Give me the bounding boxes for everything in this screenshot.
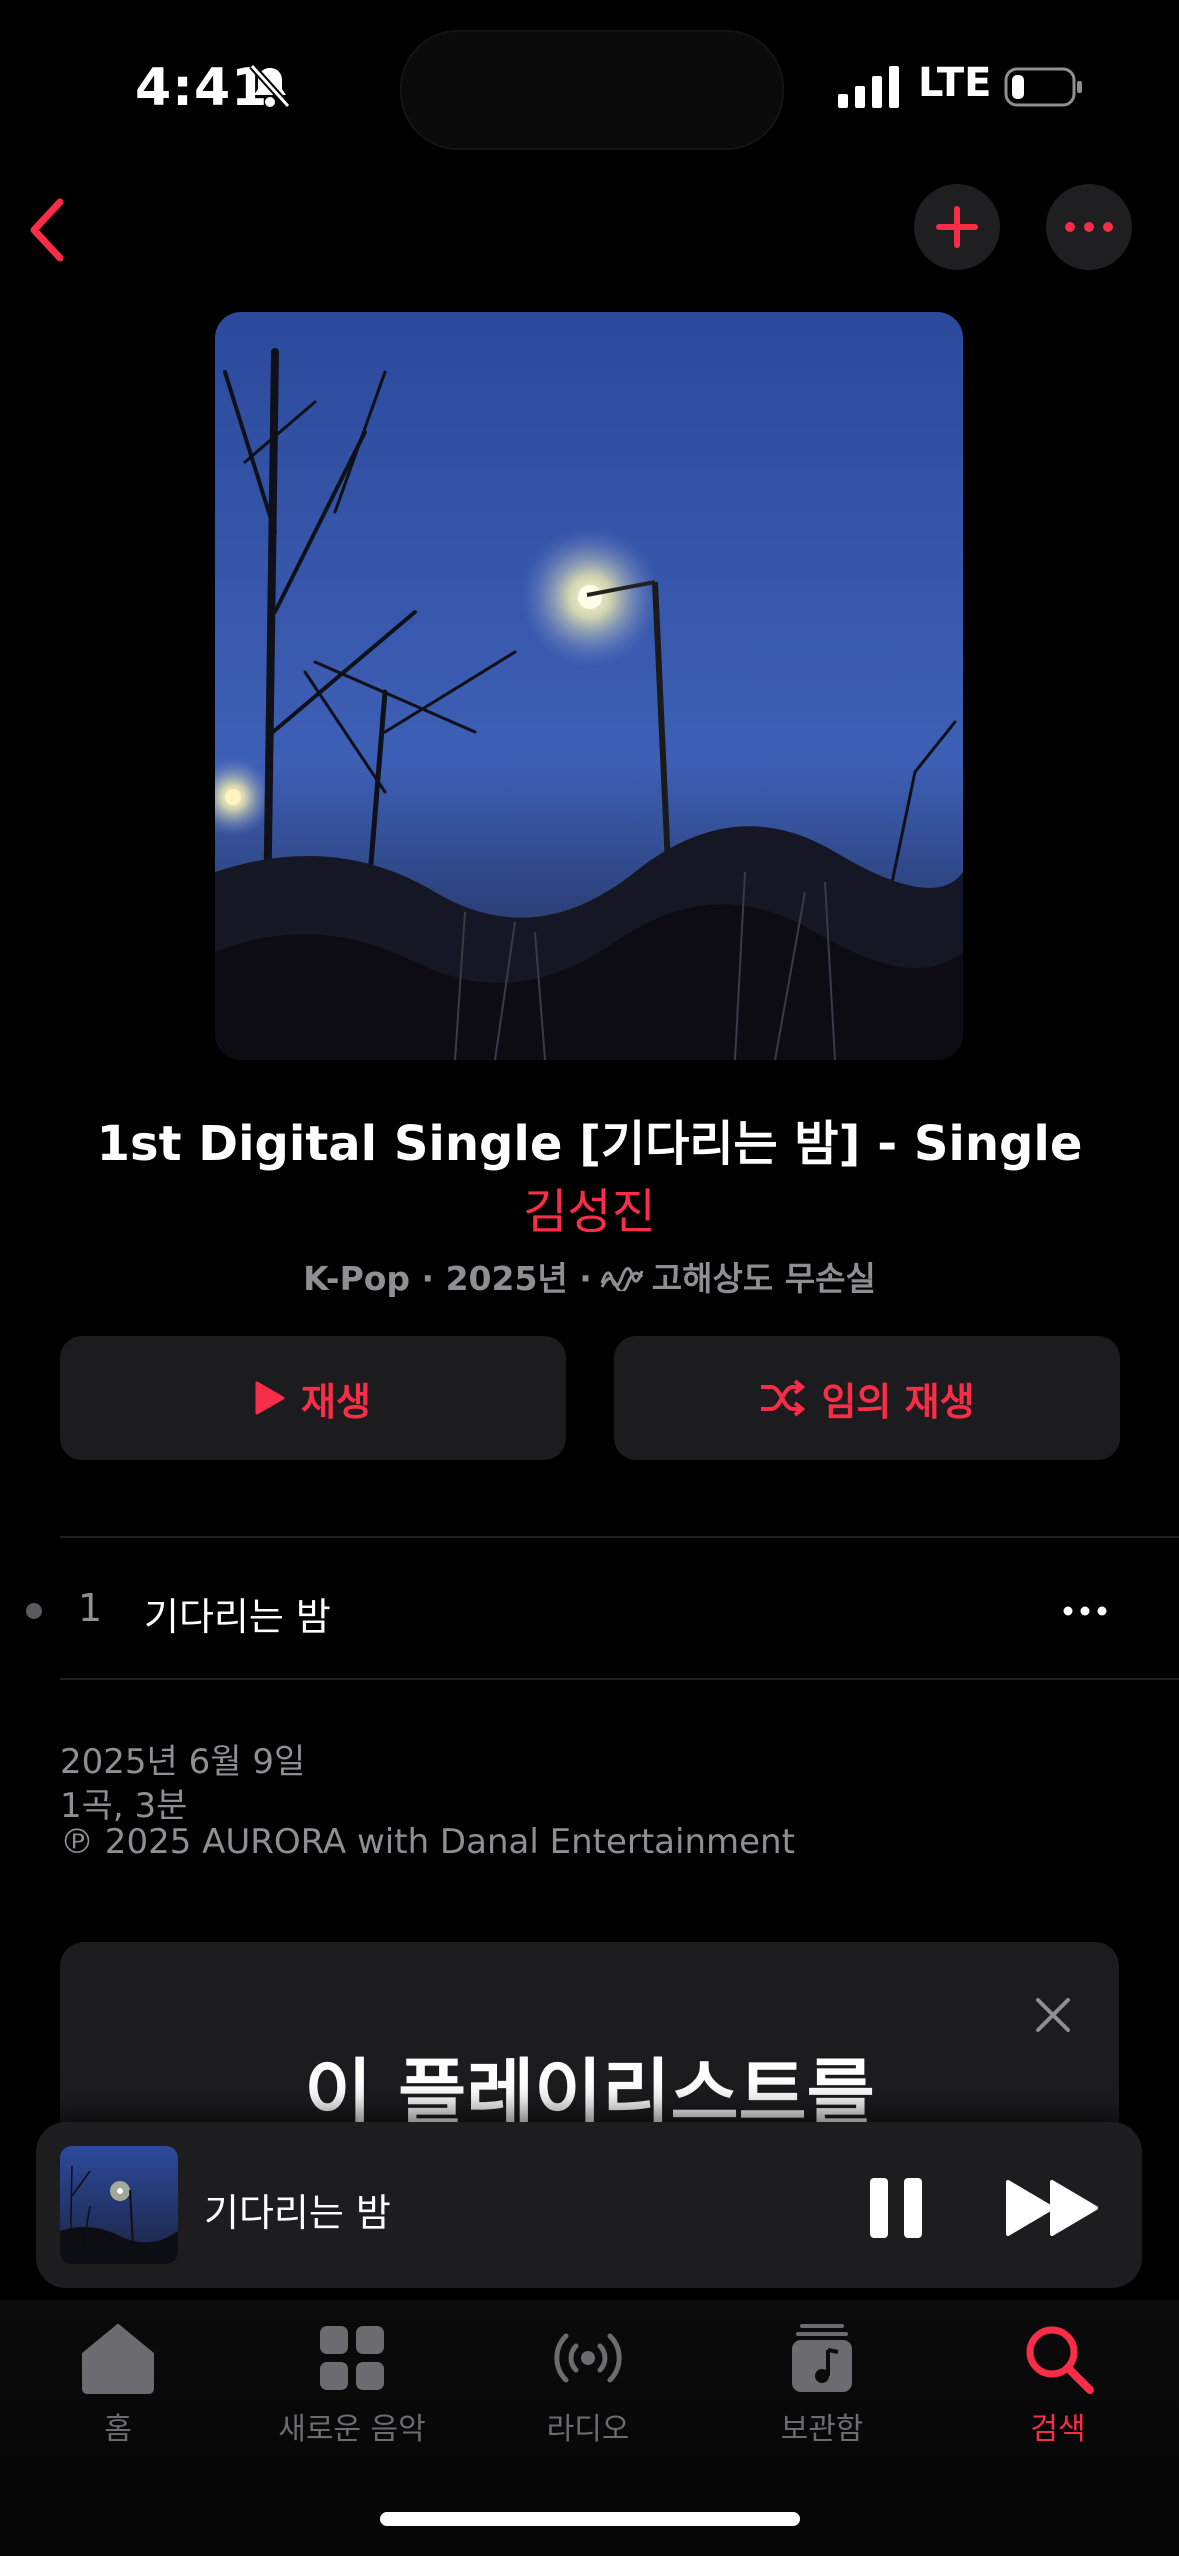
shuffle-label: 임의 재생 (821, 1379, 975, 1424)
cellular-signal-icon (838, 66, 899, 108)
quality-label: 고해상도 무손실 (651, 1259, 876, 1298)
play-button[interactable]: 재생 (60, 1336, 566, 1460)
track-title: 기다리는 밤 (144, 1595, 331, 1639)
copyright: ℗ 2025 AURORA with Danal Entertainment (60, 1822, 795, 1862)
tab-radio[interactable]: 라디오 (488, 2318, 688, 2448)
play-icon (255, 1381, 285, 1415)
tab-search[interactable]: 검색 (958, 2318, 1158, 2448)
lossless-waveform-icon (600, 1267, 644, 1291)
close-icon[interactable] (1030, 1992, 1076, 2038)
back-chevron-icon[interactable] (20, 190, 90, 270)
home-icon (82, 2324, 154, 2394)
fast-forward-icon[interactable] (1004, 2178, 1100, 2238)
search-icon (1026, 2326, 1094, 2394)
tab-new-music[interactable]: 새로운 음악 (252, 2318, 452, 2448)
divider (60, 1678, 1179, 1680)
shuffle-icon (761, 1379, 806, 1417)
library-icon (792, 2324, 852, 2392)
plus-icon (936, 206, 978, 248)
battery-icon (1004, 67, 1082, 107)
mini-player[interactable]: 기다리는 밤 (36, 2122, 1142, 2288)
tab-home[interactable]: 홈 (18, 2318, 218, 2448)
pause-icon[interactable] (866, 2176, 926, 2240)
silent-bell-icon (249, 63, 291, 109)
tab-label: 보관함 (780, 2412, 864, 2447)
tab-label: 홈 (104, 2412, 132, 2447)
album-title: 1st Digital Single [기다리는 밤] - Single (96, 1116, 1083, 1172)
track-count-duration: 1곡, 3분 (60, 1786, 188, 1826)
add-button[interactable] (914, 184, 1000, 270)
track-more-icon[interactable] (1060, 1596, 1110, 1626)
tab-label: 새로운 음악 (278, 2412, 426, 2447)
mini-player-artwork (60, 2146, 178, 2264)
album-artwork (215, 312, 963, 1060)
new-indicator-dot (26, 1603, 42, 1619)
genre-year: K-Pop · 2025년 · (303, 1259, 592, 1298)
more-options-button[interactable] (1046, 184, 1132, 270)
release-date: 2025년 6월 9일 (60, 1742, 306, 1782)
tab-label: 라디오 (546, 2412, 630, 2447)
network-type: LTE (918, 60, 992, 106)
track-number: 1 (78, 1586, 103, 1630)
home-indicator[interactable] (380, 2512, 800, 2526)
artist-name[interactable]: 김성진 (0, 1172, 1179, 1242)
dynamic-island (400, 30, 784, 150)
shuffle-button[interactable]: 임의 재생 (614, 1336, 1120, 1460)
tab-label: 검색 (1030, 2412, 1086, 2447)
ellipsis-icon (1065, 222, 1113, 232)
radio-icon (554, 2333, 622, 2383)
album-meta: K-Pop · 2025년 · 고해상도 무손실 (0, 1252, 1179, 1300)
play-label: 재생 (301, 1379, 371, 1424)
tab-library[interactable]: 보관함 (722, 2318, 922, 2448)
mini-player-title: 기다리는 밤 (204, 2191, 391, 2235)
grid-icon (320, 2326, 384, 2390)
